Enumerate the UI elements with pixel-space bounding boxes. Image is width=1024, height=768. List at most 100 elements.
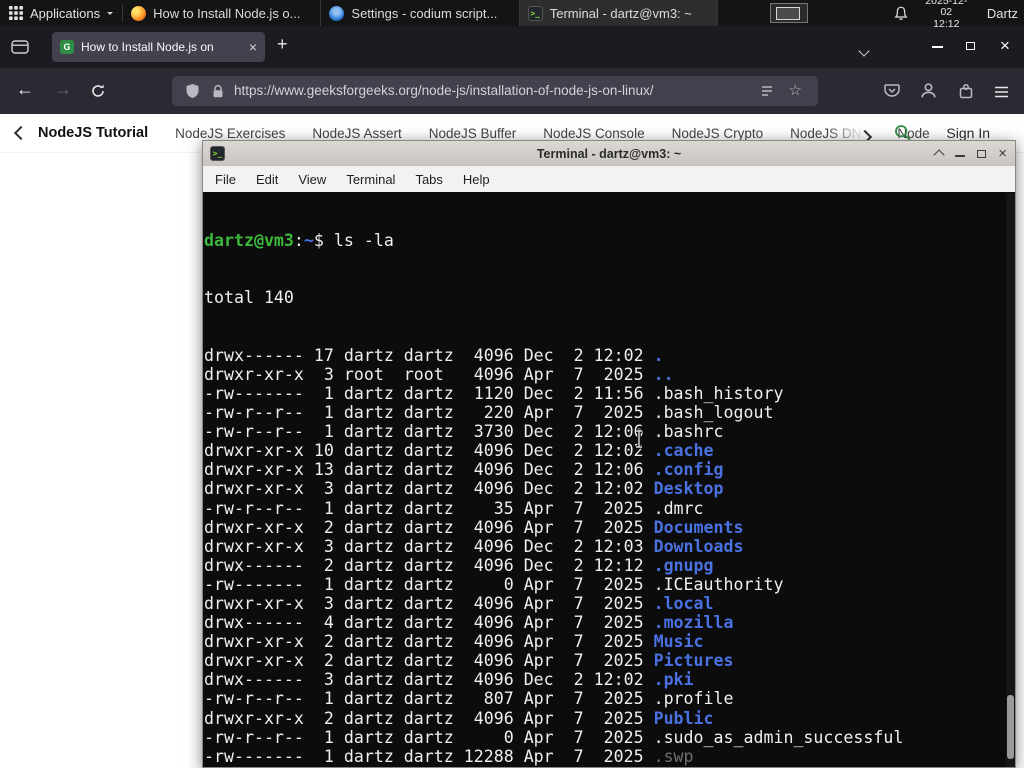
terminal-row: drwxr-xr-x 2 dartz dartz 4096 Apr 7 2025… xyxy=(204,517,744,537)
file-name: .gnupg xyxy=(653,555,714,575)
notifications-button[interactable] xyxy=(894,6,908,21)
prompt-colon: : xyxy=(293,231,304,251)
reload-button[interactable] xyxy=(90,83,106,104)
browser-tab[interactable]: G How to Install Node.js on × xyxy=(52,32,265,62)
browser-tab-bar: G How to Install Node.js on × + × xyxy=(0,26,1024,68)
browser-toolbar: ← → https://www.geeksforgeeks.org/node-j… xyxy=(0,68,1024,114)
clock-date: 2025-12-02 xyxy=(925,0,968,19)
file-name: .bash_logout xyxy=(653,403,774,423)
desktop: Applications How to Install Node.js o...… xyxy=(0,0,1024,768)
firefox-view-icon[interactable] xyxy=(11,39,29,60)
terminal-row: drwxr-xr-x 3 dartz dartz 4096 Apr 7 2025… xyxy=(204,593,714,613)
file-name: .bash_history xyxy=(653,383,784,403)
terminal-row: -rw-r--r-- 1 dartz dartz 0 Apr 7 2025 .s… xyxy=(204,727,904,747)
close-button[interactable]: × xyxy=(998,146,1007,161)
terminal-icon: >_ xyxy=(527,5,543,21)
shade-button[interactable] xyxy=(933,149,945,161)
applications-grid-icon xyxy=(9,6,23,20)
site-favicon: G xyxy=(60,40,74,54)
chevron-down-icon xyxy=(107,11,114,18)
menu-item-file[interactable]: File xyxy=(205,172,246,187)
file-name: Pictures xyxy=(653,651,734,671)
terminal-window-buttons: × xyxy=(933,141,1007,166)
nav-link[interactable]: NodeJS Console xyxy=(543,126,644,141)
file-name: .sudo_as_admin_successful xyxy=(653,727,904,747)
file-name: Public xyxy=(653,708,714,728)
terminal-row: drwxr-xr-x 3 dartz dartz 4096 Dec 2 12:0… xyxy=(204,536,744,556)
terminal-row: -rw-r--r-- 1 dartz dartz 807 Apr 7 2025 … xyxy=(204,689,734,709)
file-name: .mozilla xyxy=(653,613,734,633)
menu-item-tabs[interactable]: Tabs xyxy=(405,172,452,187)
url-bar[interactable]: https://www.geeksforgeeks.org/node-js/in… xyxy=(172,76,818,106)
nav-link[interactable]: NodeJS Assert xyxy=(312,126,401,141)
file-name: .ICEauthority xyxy=(653,574,784,594)
workspace-switcher[interactable] xyxy=(770,3,808,23)
nav-link[interactable]: NodeJS Exercises xyxy=(175,126,285,141)
file-name: . xyxy=(653,345,664,365)
tracking-shield-icon[interactable] xyxy=(185,83,200,104)
window-minimize-button[interactable] xyxy=(932,46,943,48)
terminal-row: drwxr-xr-x 2 dartz dartz 4096 Apr 7 2025… xyxy=(204,651,734,671)
terminal-row: drwxr-xr-x 3 dartz dartz 4096 Dec 2 12:0… xyxy=(204,479,724,499)
terminal-row: -rw-r--r-- 1 dartz dartz 35 Apr 7 2025 .… xyxy=(204,498,704,518)
maximize-button[interactable] xyxy=(977,149,987,158)
terminal-prompt-line: dartz@vm3:~$ ls -la xyxy=(204,231,1015,250)
taskbar-button-settings[interactable]: Settings - codium script... xyxy=(321,0,520,26)
back-button[interactable]: ← xyxy=(16,79,34,100)
file-name: .. xyxy=(653,364,674,384)
taskbar-button-browser[interactable]: How to Install Node.js o... xyxy=(123,0,322,26)
pocket-icon[interactable] xyxy=(884,83,900,103)
site-nav-primary[interactable]: NodeJS Tutorial xyxy=(38,125,148,141)
terminal-scrollbar[interactable] xyxy=(1006,193,1015,767)
file-name: .pki xyxy=(653,670,694,690)
minimize-button[interactable] xyxy=(955,155,966,157)
panel-clock[interactable]: 2025-12-02 12:12 xyxy=(920,0,973,30)
extensions-icon[interactable] xyxy=(958,83,974,104)
taskbar-button-terminal[interactable]: >_ Terminal - dartz@vm3: ~ xyxy=(519,0,719,26)
taskbar-button-label: Terminal - dartz@vm3: ~ xyxy=(549,5,692,21)
nav-link[interactable]: NodeJS Buffer xyxy=(429,126,517,141)
bookmark-star-icon[interactable]: ☆ xyxy=(789,81,802,99)
menu-item-help[interactable]: Help xyxy=(453,172,500,187)
new-tab-button[interactable]: + xyxy=(277,34,288,55)
terminal-row: drwxr-xr-x 3 root root 4096 Apr 7 2025 .… xyxy=(204,364,674,384)
chevron-down-icon xyxy=(858,45,870,57)
terminal-output[interactable]: dartz@vm3:~$ ls -la total 140 drwx------… xyxy=(202,192,1016,768)
menu-item-edit[interactable]: Edit xyxy=(246,172,288,187)
menu-item-terminal[interactable]: Terminal xyxy=(336,172,405,187)
menu-item-view[interactable]: View xyxy=(288,172,336,187)
prompt-path: ~ xyxy=(303,231,314,251)
account-icon[interactable] xyxy=(920,82,937,104)
url-text: https://www.geeksforgeeks.org/node-js/in… xyxy=(234,83,654,98)
lock-icon[interactable] xyxy=(212,84,224,104)
file-name: .dmrc xyxy=(653,498,704,518)
panel-username[interactable]: Dartz xyxy=(987,6,1024,21)
nav-link[interactable]: NodeJS Crypto xyxy=(672,126,764,141)
list-all-tabs-button[interactable] xyxy=(858,42,870,60)
prompt-userhost: dartz@vm3 xyxy=(204,231,294,251)
applications-label: Applications xyxy=(30,5,101,21)
terminal-row: drwx------ 17 dartz dartz 4096 Dec 2 12:… xyxy=(204,345,664,365)
terminal-row: drwxr-xr-x 2 dartz dartz 4096 Apr 7 2025… xyxy=(204,708,714,728)
applications-menu-button[interactable]: Applications xyxy=(0,0,122,26)
workspace-window-thumbnail xyxy=(776,7,801,20)
menu-hamburger-icon[interactable] xyxy=(994,85,1009,103)
window-close-button[interactable]: × xyxy=(1000,36,1010,56)
scrollbar-thumb[interactable] xyxy=(1007,695,1014,759)
terminal-window: >_ Terminal - dartz@vm3: ~ × File Edit Vie… xyxy=(202,140,1016,768)
window-maximize-button[interactable] xyxy=(966,42,975,50)
file-name: .swp xyxy=(653,746,694,766)
terminal-row: -rw-r--r-- 1 dartz dartz 220 Apr 7 2025 … xyxy=(204,403,774,423)
file-name: Desktop xyxy=(653,479,724,499)
sign-in-button[interactable]: Sign In xyxy=(946,125,990,141)
mouse-cursor-ibeam xyxy=(633,429,645,454)
site-nav-links: NodeJS Exercises NodeJS Assert NodeJS Buff… xyxy=(148,126,930,141)
tab-close-icon[interactable]: × xyxy=(249,40,257,54)
terminal-row: drwx------ 4 dartz dartz 4096 Apr 7 2025… xyxy=(204,613,734,633)
terminal-titlebar[interactable]: >_ Terminal - dartz@vm3: ~ × xyxy=(202,140,1016,166)
terminal-menubar: File Edit View Terminal Tabs Help xyxy=(202,166,1016,192)
chevron-left-icon[interactable] xyxy=(13,125,29,141)
reader-mode-icon[interactable] xyxy=(760,84,774,103)
forward-button[interactable]: → xyxy=(54,79,72,100)
file-name: Downloads xyxy=(653,536,744,556)
